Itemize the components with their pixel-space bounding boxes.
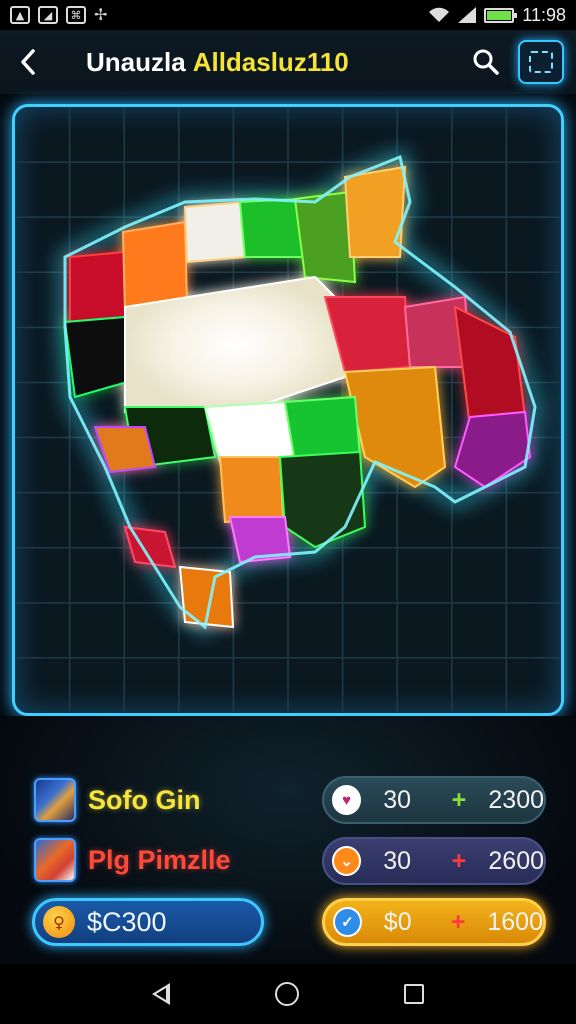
puzzle-entry-1[interactable]: Sofo Gin bbox=[34, 778, 200, 822]
pill-value-b: 1600 bbox=[487, 907, 543, 936]
recents-icon[interactable] bbox=[403, 984, 424, 1004]
back-icon[interactable] bbox=[152, 983, 171, 1005]
coin-icon: ♀ bbox=[43, 906, 75, 938]
reward-pill-3[interactable]: ✓ $0 + 1600 bbox=[322, 898, 546, 946]
heart-badge-icon: ♥ bbox=[332, 785, 362, 815]
reward-pill-1[interactable]: ♥ 30 + 2300 bbox=[322, 776, 546, 824]
selection-frame-icon bbox=[529, 51, 553, 73]
back-button[interactable] bbox=[0, 30, 56, 94]
wifi-icon bbox=[429, 7, 450, 22]
search-button[interactable] bbox=[468, 44, 504, 80]
app-header: Unauzla Alldasluz110 bbox=[0, 30, 576, 94]
puzzle-entry-2[interactable]: Plg Pimzlle bbox=[34, 838, 231, 882]
chevron-left-icon bbox=[21, 49, 35, 75]
puzzle-canvas bbox=[15, 107, 561, 713]
pill-value-b: 2600 bbox=[488, 846, 545, 875]
title-part-1: Unauzla bbox=[86, 46, 186, 77]
bug-icon: ✢ bbox=[94, 5, 108, 24]
puzzle-board[interactable] bbox=[12, 104, 564, 716]
puzzle-thumbnail bbox=[34, 778, 76, 822]
pill-value-a: 30 bbox=[383, 785, 412, 814]
pill-operator: + bbox=[450, 907, 466, 936]
coin-balance-button[interactable]: ♀ $C300 bbox=[32, 898, 264, 946]
page-title: Unauzla Alldasluz110 bbox=[86, 47, 349, 78]
status-bar: ▲ ◢ ⌘ ✢ 11:98 bbox=[0, 0, 576, 30]
pill-operator: + bbox=[451, 785, 467, 814]
pill-value-b: 2300 bbox=[488, 785, 545, 814]
grid-icon: ⌘ bbox=[66, 6, 86, 24]
puzzle-entry-label: Plg Pimzlle bbox=[88, 844, 231, 875]
search-icon bbox=[473, 49, 499, 75]
chevron-badge-icon: ⌄ bbox=[332, 846, 362, 876]
pill-value-a: $0 bbox=[383, 907, 412, 936]
home-icon[interactable] bbox=[274, 982, 299, 1006]
battery-icon bbox=[484, 7, 518, 23]
pill-value-a: 30 bbox=[383, 846, 412, 875]
selection-button[interactable] bbox=[518, 40, 564, 84]
photos-icon: ◢ bbox=[38, 6, 58, 24]
puzzle-entry-label: Sofo Gin bbox=[88, 784, 201, 815]
system-nav-bar bbox=[0, 964, 576, 1024]
check-badge-icon: ✓ bbox=[333, 907, 362, 937]
image-icon: ▲ bbox=[10, 6, 30, 24]
reward-pill-2[interactable]: ⌄ 30 + 2600 bbox=[322, 837, 546, 885]
clock: 11:98 bbox=[522, 4, 566, 25]
pill-operator: + bbox=[451, 846, 467, 875]
title-part-2: Alldasluz110 bbox=[192, 46, 349, 77]
coin-balance-label: $C300 bbox=[87, 906, 167, 937]
signal-icon bbox=[458, 7, 477, 23]
puzzle-thumbnail bbox=[34, 838, 76, 882]
